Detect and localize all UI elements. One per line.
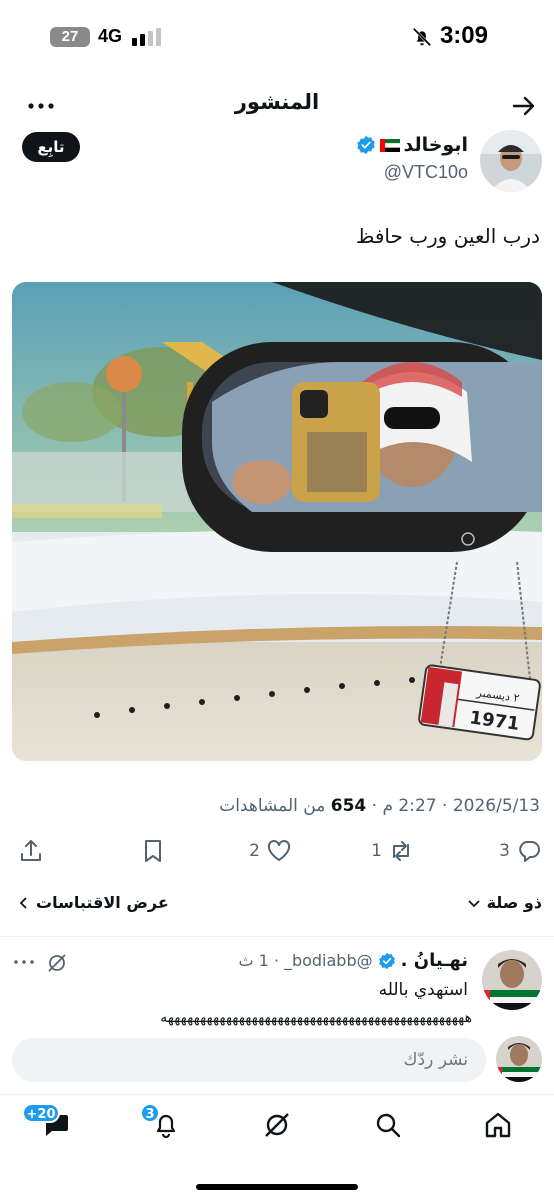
verified-badge-icon [356,135,375,155]
reply-filter-row: ذو صلة عرض الاقتباسات [0,893,554,917]
bell-muted-icon [412,27,432,47]
divider [0,936,554,937]
author-handle: @VTC10o [383,162,468,182]
search-icon[interactable] [372,1109,404,1141]
reply-author-handle: @bodiabb_ [283,951,373,970]
status-bar: 27 4G 3:09 [0,0,554,72]
bookmark-icon [145,840,161,862]
post-date[interactable]: 2026/5/13 [453,796,540,816]
repost-action[interactable]: 1 [371,834,414,868]
status-time: 3:09 [439,22,488,49]
relevance-label: ذو صلة [486,893,542,912]
quotes-label: عرض الاقتباسات [36,893,169,912]
home-icon[interactable] [482,1109,514,1141]
chevron-down-icon [467,899,480,907]
post-author: ابوخالد @VTC10o تابِع [0,130,554,194]
grok-icon[interactable] [261,1109,293,1141]
messages-badge: +20 [22,1103,60,1123]
like-action[interactable]: 2 [249,834,292,868]
post-text: درب العين ورب حافظ [355,224,540,248]
home-indicator [196,1184,358,1190]
uae-flag-icon [379,138,400,152]
current-user-avatar[interactable] [496,1036,542,1082]
views-label: من المشاهدات [219,796,326,816]
notifications-badge: 3 [140,1103,160,1123]
bottom-nav: +20 3 [0,1094,554,1158]
page-title: المنشور [234,90,320,114]
reply-icon [519,841,540,862]
reply-composer [0,1028,554,1092]
post-time: 2:27 م [382,796,437,816]
post-actions: 3 1 2 [0,834,554,870]
signal-icon [132,28,161,46]
relevance-selector[interactable]: ذو صلة [467,893,542,912]
more-options-icon[interactable] [12,952,36,972]
share-icon [21,840,41,861]
reply-text: استهدي بالله [378,980,468,1000]
repost-count: 1 [371,841,382,861]
views-count: 654 [330,796,367,816]
author-name[interactable]: ابوخالد [404,134,469,156]
author-avatar[interactable] [480,130,542,192]
reply-text-continuation: هههههههههههههههههههههههههههههههههههههههه… [160,1010,472,1026]
reply-input[interactable] [12,1038,486,1082]
follow-button[interactable]: تابِع [22,132,80,162]
post-image[interactable]: ٢ ديسمبر 1971 [12,282,542,761]
verified-badge-icon [378,952,395,969]
grok-icon[interactable] [46,952,68,974]
reply-count: 3 [499,841,510,861]
reply-age: 1 ث [238,951,269,970]
reply-item[interactable]: نهـيانُ . @bodiabb_ · 1 ث استهدي بالله ه… [0,940,554,1028]
network-type: 4G [98,26,123,46]
reply-author-name[interactable]: نهـيانُ . [401,950,468,971]
view-quotes-link[interactable]: عرض الاقتباسات [18,893,169,912]
like-count: 2 [249,841,260,861]
author-name-row: ابوخالد [356,134,469,156]
chevron-left-icon [19,896,27,909]
bookmark-action[interactable] [140,834,166,868]
battery-indicator: 27 [50,27,90,47]
reply-avatar[interactable] [482,950,542,1010]
back-arrow-icon[interactable] [510,92,538,120]
share-action[interactable] [18,834,44,868]
post-header: المنشور [0,80,554,130]
post-meta: 2026/5/13 · 2:27 م · 654 من المشاهدات [219,796,540,816]
repost-icon [393,841,409,861]
reply-header: نهـيانُ . @bodiabb_ · 1 ث [238,950,468,971]
reply-action[interactable]: 3 [499,834,542,868]
heart-icon [267,840,291,861]
